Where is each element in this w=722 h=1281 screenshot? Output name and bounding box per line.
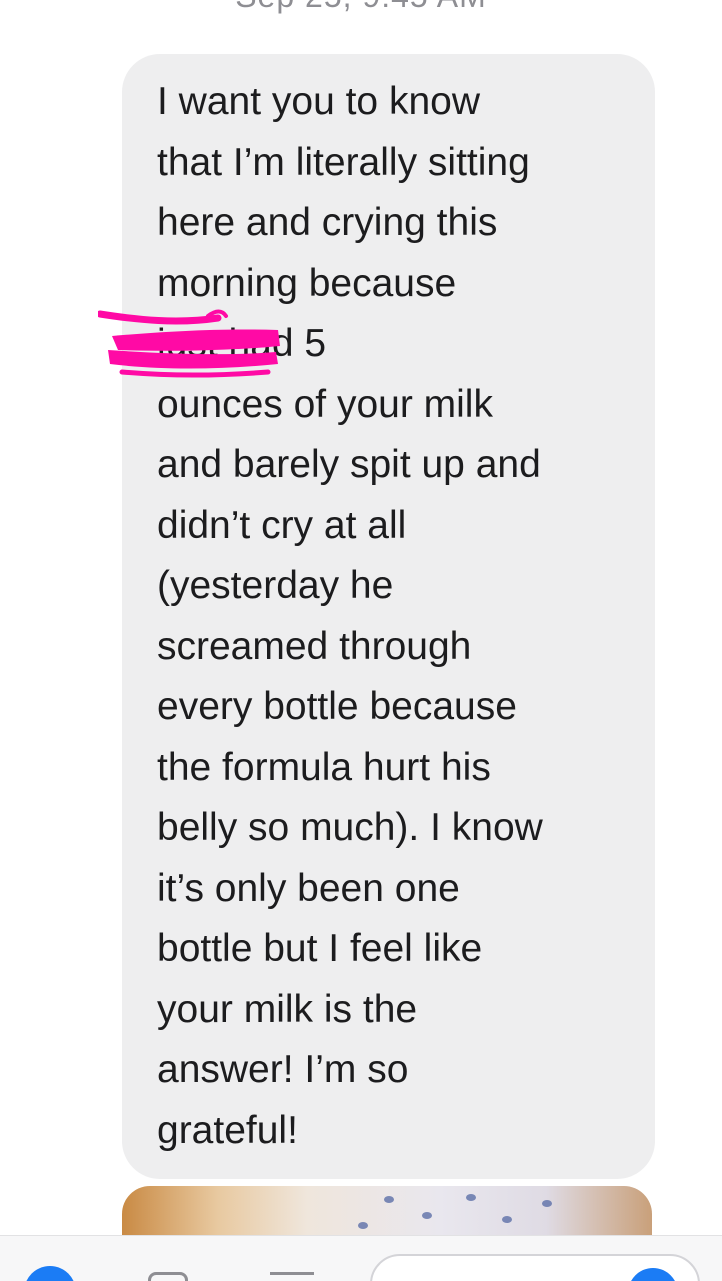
message-composer-bar [0,1235,722,1281]
message-timestamp: Sep 25, 9:45 AM [0,0,722,14]
redaction-scribble [98,309,280,378]
camera-icon[interactable] [24,1266,76,1281]
message-text: I want you to know that I’m literally si… [157,80,543,1152]
